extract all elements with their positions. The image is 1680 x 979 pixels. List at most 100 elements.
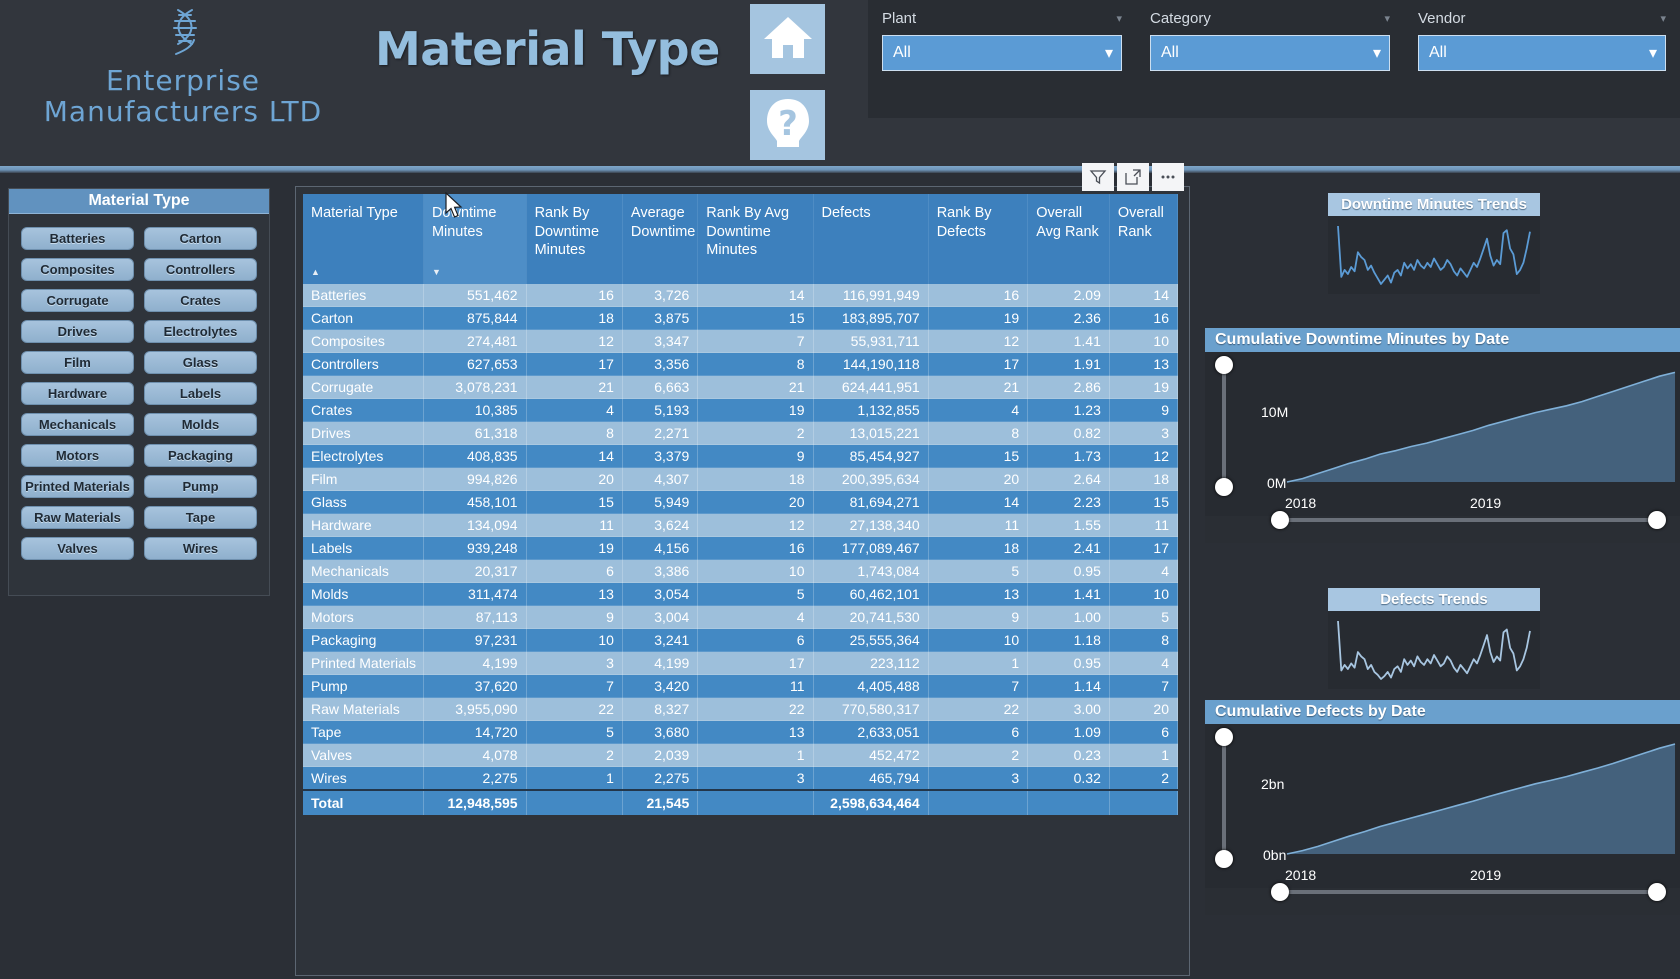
material-chip[interactable]: Film: [21, 351, 134, 374]
table-row[interactable]: Wires 2,275 1 2,275 3 465,794 3 0.32 2: [303, 766, 1179, 791]
table-row[interactable]: Corrugate 3,078,231 21 6,663 21 624,441,951 21…: [303, 375, 1179, 400]
table-cell: 875,844: [423, 306, 527, 331]
focus-mode-icon[interactable]: [1117, 163, 1149, 191]
column-header-downtime-minutes[interactable]: Downtime Minutes ▼: [423, 194, 527, 284]
column-header-rank-by-defects[interactable]: Rank By Defects: [928, 194, 1029, 284]
cumulative-downtime-plot[interactable]: 10M 0M 2018 2019: [1205, 352, 1680, 516]
material-chip[interactable]: Motors: [21, 444, 134, 467]
total-cell: [526, 789, 623, 816]
column-header-overall-avg-rank[interactable]: Overall Avg Rank: [1027, 194, 1110, 284]
slicer-vendor[interactable]: Vendor ▾ All ▾: [1404, 0, 1680, 118]
table-cell: 81,694,271: [813, 490, 929, 515]
material-chip[interactable]: Electrolytes: [144, 320, 257, 343]
table-row[interactable]: Carton 875,844 18 3,875 15 183,895,707 19 2.36 1…: [303, 306, 1179, 331]
material-chip[interactable]: Crates: [144, 289, 257, 312]
table-row[interactable]: Labels 939,248 19 4,156 16 177,089,467 18 2.41 1…: [303, 536, 1179, 561]
material-chip[interactable]: Molds: [144, 413, 257, 436]
slicer-category[interactable]: Category ▾ All ▾: [1136, 0, 1404, 118]
material-chip[interactable]: Batteries: [21, 227, 134, 250]
table-row[interactable]: Pump 37,620 7 3,420 11 4,405,488 7 1.14 7: [303, 674, 1179, 699]
column-header-material-type[interactable]: Material Type ▲: [303, 194, 424, 284]
table-row[interactable]: Glass 458,101 15 5,949 20 81,694,271 14 2.23 15: [303, 490, 1179, 515]
home-button[interactable]: [750, 4, 825, 74]
slider-knob-right[interactable]: [1648, 883, 1666, 901]
table-cell: 4,405,488: [813, 674, 929, 699]
slicer-category-dropdown[interactable]: All ▾: [1150, 35, 1390, 71]
cumulative-defects-plot[interactable]: 2bn 0bn 2018 2019: [1205, 724, 1680, 888]
column-header-rank-by-downtime-minutes[interactable]: Rank By Downtime Minutes: [526, 194, 623, 284]
material-chip[interactable]: Labels: [144, 382, 257, 405]
cumulative-downtime-vertical-slider[interactable]: [1215, 356, 1233, 496]
column-header-average-downtime[interactable]: Average Downtime: [622, 194, 699, 284]
table-row[interactable]: Hardware 134,094 11 3,624 12 27,138,340 11 1.55…: [303, 513, 1179, 538]
material-chip[interactable]: Tape: [144, 506, 257, 529]
table-row[interactable]: Motors 87,113 9 3,004 4 20,741,530 9 1.00 5: [303, 605, 1179, 630]
total-cell: 12,948,595: [423, 789, 527, 816]
cumulative-downtime-card: Cumulative Downtime Minutes by Date 10M …: [1205, 328, 1680, 543]
table-cell: 3,379: [622, 444, 699, 469]
slider-knob-left[interactable]: [1271, 883, 1289, 901]
table-row[interactable]: Film 994,826 20 4,307 18 200,395,634 20 2.64 18: [303, 467, 1179, 492]
table-row[interactable]: Electrolytes 408,835 14 3,379 9 85,454,927 15 1…: [303, 444, 1179, 469]
help-button[interactable]: ?: [750, 90, 825, 160]
slicer-plant[interactable]: Plant ▾ All ▾: [868, 0, 1136, 118]
table-row[interactable]: Mechanicals 20,317 6 3,386 10 1,743,084 5 0.95 4: [303, 559, 1179, 584]
table-cell: 4: [1109, 559, 1179, 584]
defects-sparkline[interactable]: [1328, 611, 1540, 689]
table-row[interactable]: Valves 4,078 2 2,039 1 452,472 2 0.23 1: [303, 743, 1179, 768]
material-chip[interactable]: Carton: [144, 227, 257, 250]
more-options-icon[interactable]: [1152, 163, 1184, 191]
cell-material-type: Labels: [303, 536, 424, 561]
cell-material-type: Carton: [303, 306, 424, 331]
cumulative-defects-horizontal-slider[interactable]: [1271, 883, 1666, 901]
material-chip[interactable]: Raw Materials: [21, 506, 134, 529]
slicer-vendor-dropdown[interactable]: All ▾: [1418, 35, 1666, 71]
slicer-plant-dropdown[interactable]: All ▾: [882, 35, 1122, 71]
table-row[interactable]: Drives 61,318 8 2,271 2 13,015,221 8 0.82 3: [303, 421, 1179, 446]
table-cell: 458,101: [423, 490, 527, 515]
table-row[interactable]: Packaging 97,231 10 3,241 6 25,555,364 10 1.18 8: [303, 628, 1179, 653]
table-row[interactable]: Batteries 551,462 16 3,726 14 116,991,949 16 2.…: [303, 283, 1179, 308]
slider-knob-right[interactable]: [1648, 511, 1666, 529]
material-chip[interactable]: Glass: [144, 351, 257, 374]
chevron-down-icon[interactable]: ▾: [1384, 12, 1390, 25]
table-row[interactable]: Tape 14,720 5 3,680 13 2,633,051 6 1.09 6: [303, 720, 1179, 745]
table-row[interactable]: Crates 10,385 4 5,193 19 1,132,855 4 1.23 9: [303, 398, 1179, 423]
table-cell: 10: [1109, 329, 1179, 354]
table-cell: 1: [928, 651, 1029, 676]
slider-knob-bottom[interactable]: [1215, 850, 1233, 868]
chevron-down-icon[interactable]: ▾: [1660, 12, 1666, 25]
material-chip[interactable]: Pump: [144, 475, 257, 498]
material-chip[interactable]: Printed Materials: [21, 475, 134, 498]
material-chip[interactable]: Packaging: [144, 444, 257, 467]
column-header-rank-by-avg-downtime-minutes[interactable]: Rank By Avg Downtime Minutes: [697, 194, 814, 284]
table-cell: 14,720: [423, 720, 527, 745]
material-chip[interactable]: Mechanicals: [21, 413, 134, 436]
table-scroll-area[interactable]: Material Type ▲ Downtime Minutes ▼ Rank By D…: [303, 194, 1179, 824]
filter-icon[interactable]: [1082, 163, 1114, 191]
slider-knob-top[interactable]: [1215, 728, 1233, 746]
material-chip[interactable]: Wires: [144, 537, 257, 560]
cumulative-downtime-horizontal-slider[interactable]: [1271, 511, 1666, 529]
downtime-minutes-sparkline[interactable]: [1328, 216, 1540, 294]
table-cell: 18: [697, 467, 814, 492]
table-row[interactable]: Molds 311,474 13 3,054 5 60,462,101 13 1.41 10: [303, 582, 1179, 607]
column-header-overall-rank[interactable]: Overall Rank: [1109, 194, 1179, 284]
material-chip[interactable]: Corrugate: [21, 289, 134, 312]
slider-knob-bottom[interactable]: [1215, 478, 1233, 496]
table-row[interactable]: Composites 274,481 12 3,347 7 55,931,711 12 1.4…: [303, 329, 1179, 354]
material-chip[interactable]: Hardware: [21, 382, 134, 405]
table-row[interactable]: Printed Materials 4,199 3 4,199 17 223,112 1 0.…: [303, 651, 1179, 676]
slider-knob-left[interactable]: [1271, 511, 1289, 529]
slider-knob-top[interactable]: [1215, 356, 1233, 374]
table-cell: 5: [928, 559, 1029, 584]
material-chip[interactable]: Drives: [21, 320, 134, 343]
table-row[interactable]: Controllers 627,653 17 3,356 8 144,190,118 17 1…: [303, 352, 1179, 377]
material-chip[interactable]: Valves: [21, 537, 134, 560]
table-row[interactable]: Raw Materials 3,955,090 22 8,327 22 770,580,3…: [303, 697, 1179, 722]
column-header-defects[interactable]: Defects: [813, 194, 929, 284]
cumulative-defects-vertical-slider[interactable]: [1215, 728, 1233, 868]
chevron-down-icon[interactable]: ▾: [1116, 12, 1122, 25]
material-chip[interactable]: Composites: [21, 258, 134, 281]
material-chip[interactable]: Controllers: [144, 258, 257, 281]
